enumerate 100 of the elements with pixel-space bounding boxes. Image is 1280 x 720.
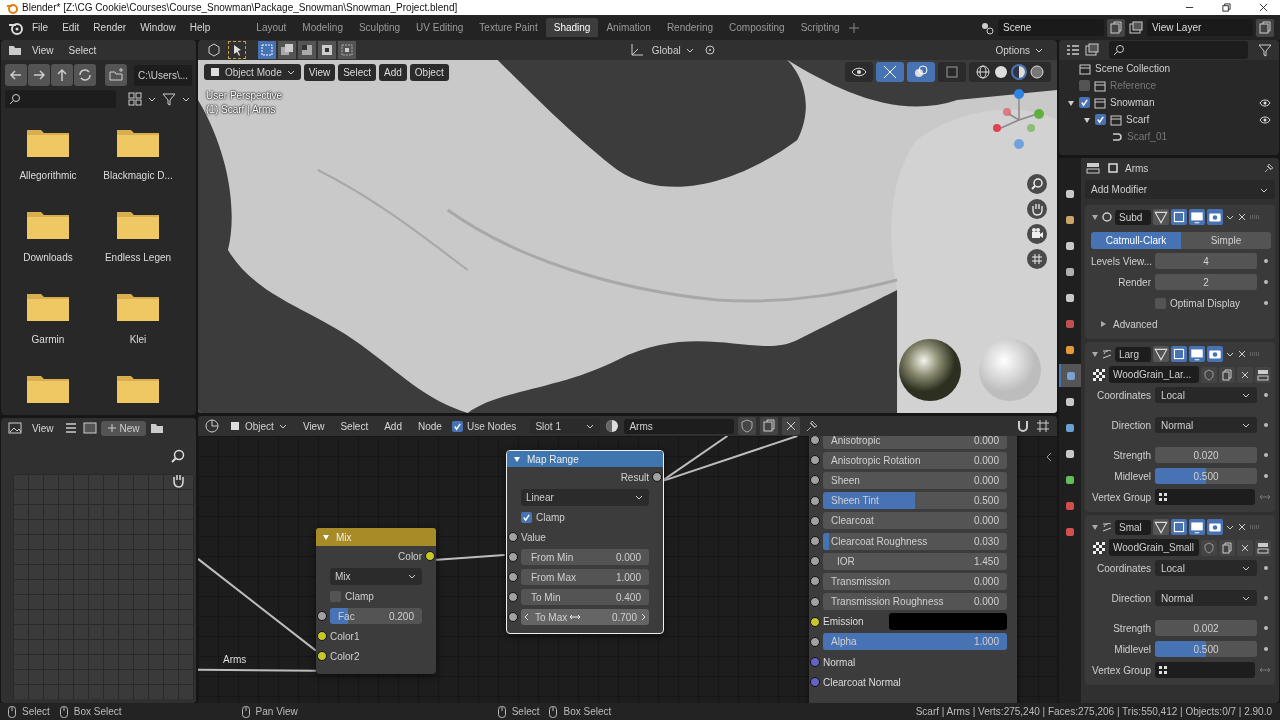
material-sphere-icon[interactable]	[604, 418, 621, 434]
close-icon[interactable]	[782, 417, 801, 435]
outliner-item[interactable]: Scarf	[1126, 114, 1150, 125]
folder-name[interactable]: Downloads	[23, 252, 73, 263]
filter-icon[interactable]	[161, 91, 177, 107]
direction-dropdown[interactable]: Normal	[1155, 417, 1257, 433]
expand-arrow-icon[interactable]	[1067, 98, 1075, 107]
material-name-field[interactable]: Arms	[624, 418, 735, 434]
monitor-icon[interactable]	[1189, 209, 1205, 225]
keyframe-dot-icon[interactable]	[1264, 647, 1268, 651]
grid-icon[interactable]	[1027, 249, 1047, 269]
folder-name[interactable]: Klei	[129, 334, 147, 345]
menu-item[interactable]: View	[26, 42, 60, 58]
node-header[interactable]: Map Range	[507, 451, 663, 467]
collapse-arrow-icon[interactable]	[1099, 320, 1107, 328]
direction-dropdown[interactable]: Normal	[1155, 590, 1257, 606]
section-title[interactable]: Advanced	[1113, 318, 1158, 330]
keyframe-dot-icon[interactable]	[1264, 453, 1268, 457]
intersect-selection-icon[interactable]	[338, 41, 356, 59]
clamp-checkbox[interactable]: Clamp	[521, 511, 565, 523]
image-icon[interactable]	[7, 420, 23, 436]
folder-name[interactable]: Garmin	[31, 334, 65, 345]
gizmo-toggle[interactable]	[876, 62, 904, 82]
workspace-tab[interactable]: Sculpting	[350, 18, 409, 37]
keyframe-dot-icon[interactable]	[1264, 474, 1268, 478]
monitor-icon[interactable]	[1189, 519, 1205, 535]
options-dropdown[interactable]: Options	[990, 42, 1049, 58]
socket[interactable]	[810, 455, 820, 466]
slot-dropdown[interactable]: Slot 1	[530, 418, 601, 434]
keyframe-dot-icon[interactable]	[1264, 280, 1268, 284]
edit-mode-icon[interactable]	[1171, 209, 1187, 225]
modifier-name-field[interactable]: Subd	[1115, 209, 1151, 225]
shield-icon[interactable]	[738, 417, 757, 435]
edit-cage-icon[interactable]	[1153, 519, 1169, 535]
menu-item[interactable]: Render	[87, 20, 133, 35]
keyframe-dot-icon[interactable]	[1264, 393, 1268, 397]
menu-item[interactable]: Add	[378, 418, 408, 434]
shading-mode-group[interactable]	[969, 62, 1051, 82]
keyframe-dot-icon[interactable]	[1264, 423, 1268, 427]
camera-icon[interactable]	[1207, 209, 1223, 225]
workspace-tab[interactable]: UV Editing	[408, 18, 472, 37]
vertex-group-field[interactable]	[1155, 662, 1255, 678]
copy-icon[interactable]	[1107, 18, 1125, 37]
vertex-group-field[interactable]	[1155, 489, 1255, 505]
image-stack-icon[interactable]	[1084, 42, 1100, 58]
socket[interactable]	[810, 536, 820, 547]
coordinates-dropdown[interactable]: Local	[1155, 387, 1257, 403]
copy-icon[interactable]	[1256, 18, 1274, 37]
add-modifier-dropdown[interactable]: Add Modifier	[1085, 180, 1275, 199]
overlay-toggle[interactable]	[907, 62, 935, 82]
outliner-item[interactable]: Scene Collection	[1095, 63, 1171, 74]
subdivision-type-tab[interactable]: Catmull-Clark	[1091, 232, 1181, 249]
workspace-tab[interactable]: Modeling	[294, 18, 351, 37]
edit-mode-icon[interactable]	[1171, 519, 1187, 535]
checker-texture-icon[interactable]	[1091, 366, 1107, 383]
new-image-button[interactable]: New	[100, 420, 146, 436]
panel-toggle-icon[interactable]	[1255, 539, 1271, 556]
menu-item[interactable]: View	[26, 420, 60, 436]
copy-icon[interactable]	[1219, 539, 1235, 556]
socket[interactable]	[810, 576, 820, 587]
add-icon[interactable]	[847, 21, 860, 34]
pin-icon[interactable]	[1263, 162, 1275, 174]
outliner-item[interactable]: Snowman	[1110, 97, 1155, 108]
keyframe-dot-icon[interactable]	[1264, 566, 1268, 570]
socket[interactable]	[810, 515, 820, 526]
coordinates-dropdown[interactable]: Local	[1155, 560, 1257, 576]
number-field[interactable]: To Max 0.700	[521, 609, 649, 625]
socket[interactable]	[652, 472, 662, 482]
shield-icon[interactable]	[1201, 539, 1217, 556]
modifier-name-field[interactable]: Larg	[1115, 346, 1151, 362]
folder-name[interactable]: Blackmagic D...	[103, 170, 173, 181]
number-field[interactable]: 2	[1155, 274, 1257, 290]
camera-icon[interactable]	[1207, 519, 1223, 535]
interpolation-dropdown[interactable]: Linear	[521, 488, 649, 506]
color-swatch[interactable]	[889, 613, 1007, 631]
socket[interactable]	[810, 475, 820, 486]
folder-name[interactable]: Endless Legen	[104, 252, 172, 263]
hand-icon[interactable]	[170, 472, 186, 488]
number-field[interactable]: IOR 1.450	[823, 552, 1007, 570]
view-layer-field[interactable]: View Layer	[1147, 19, 1253, 36]
cursor-icon[interactable]	[228, 41, 246, 59]
shader-node[interactable]	[809, 436, 1017, 703]
socket[interactable]	[810, 616, 820, 627]
menu-item[interactable]: View	[296, 418, 331, 434]
number-field[interactable]: From Max 1.000	[521, 569, 649, 585]
menu-item[interactable]: Node	[412, 418, 448, 434]
socket[interactable]	[425, 551, 435, 561]
texture-name-field[interactable]: WoodGrain_Small	[1109, 539, 1199, 556]
socket[interactable]	[810, 556, 820, 567]
workspace-tab[interactable]: Compositing	[721, 18, 793, 37]
filter-icon[interactable]	[1257, 42, 1273, 58]
keyframe-dot-icon[interactable]	[1264, 596, 1268, 600]
restore-icon[interactable]	[1222, 3, 1231, 12]
expand-arrow-icon[interactable]	[1091, 213, 1099, 221]
zoom-icon[interactable]	[1027, 174, 1047, 194]
clamp-checkbox[interactable]: Clamp	[330, 590, 374, 602]
menu-item[interactable]: Help	[183, 20, 217, 35]
subdivision-type-tab[interactable]: Simple	[1181, 232, 1271, 249]
transform-axes-icon[interactable]	[628, 42, 645, 58]
workspace-tab[interactable]: Texture Paint	[471, 18, 546, 37]
